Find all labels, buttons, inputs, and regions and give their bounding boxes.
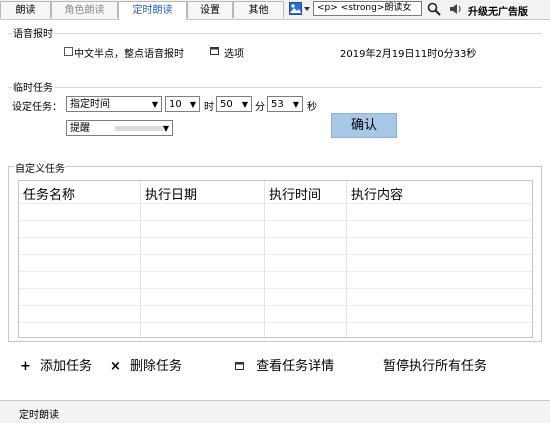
search-icon[interactable]	[427, 2, 441, 19]
column-header-exec-content[interactable]: 执行内容	[351, 184, 403, 203]
add-task-button[interactable]: + 添加任务	[20, 355, 92, 374]
row-divider	[19, 305, 532, 306]
speaker-icon[interactable]	[449, 2, 463, 19]
row-divider	[19, 220, 532, 221]
task-action-value: 提醒	[70, 123, 90, 134]
minute-value: 50	[220, 99, 233, 110]
setting-label: 设定任务：	[12, 102, 62, 113]
row-divider	[19, 254, 532, 255]
tab-timed-read[interactable]: 定时朗读	[118, 1, 187, 20]
second-value: 53	[271, 99, 284, 110]
voice-report-title: 语音报时	[12, 25, 54, 40]
tab-role-read[interactable]: 角色朗读	[51, 1, 118, 18]
column-divider	[264, 181, 265, 337]
second-unit: 秒	[307, 102, 317, 113]
custom-task-title: 自定义任务	[14, 160, 66, 175]
minute-select[interactable]: 50 ▼	[216, 96, 252, 112]
row-divider	[19, 237, 532, 238]
half-hour-checkbox[interactable]	[64, 47, 73, 56]
task-table[interactable]: 任务名称 执行日期 执行时间 执行内容	[18, 180, 533, 338]
upgrade-link[interactable]: 升级无广告版	[468, 3, 528, 18]
task-action-detail	[115, 126, 163, 131]
status-bar: 定时朗读	[0, 400, 550, 423]
row-divider	[19, 271, 532, 272]
voice-report-frame	[8, 33, 542, 34]
tab-bar: 朗读 角色朗读 定时朗读 设置 其他 <p> <strong>朗读女 升级无广告…	[0, 0, 550, 20]
status-text: 定时朗读	[19, 410, 59, 421]
row-divider	[19, 203, 532, 204]
column-divider	[140, 181, 141, 337]
voice-combo-value: <p> <strong>朗读女	[317, 3, 412, 13]
task-mode-value: 指定时间	[70, 99, 110, 110]
options-icon[interactable]	[210, 47, 219, 58]
chevron-down-icon: ▼	[241, 100, 248, 109]
hour-unit: 时	[204, 102, 214, 113]
window-icon	[235, 359, 244, 374]
view-task-detail-button[interactable]: 查看任务详情	[235, 355, 334, 374]
row-divider	[19, 288, 532, 289]
tab-other[interactable]: 其他	[233, 1, 284, 18]
column-header-exec-date[interactable]: 执行日期	[145, 184, 197, 203]
image-icon[interactable]	[289, 2, 302, 18]
chevron-down-icon: ▼	[292, 100, 299, 109]
add-task-label: 添加任务	[40, 359, 93, 374]
temp-task-title: 临时任务	[12, 79, 54, 94]
chevron-down-icon: ▼	[151, 100, 158, 109]
view-task-detail-label: 查看任务详情	[256, 359, 335, 374]
options-button[interactable]: 选项	[224, 45, 244, 60]
delete-task-label: 删除任务	[130, 359, 183, 374]
hour-select[interactable]: 10 ▼	[165, 96, 200, 112]
close-icon: ×	[110, 359, 121, 374]
column-header-task-name[interactable]: 任务名称	[23, 184, 75, 203]
row-divider	[19, 322, 532, 323]
task-mode-select[interactable]: 指定时间 ▼	[66, 96, 162, 112]
half-hour-checkbox-label: 中文半点，整点语音报时	[74, 49, 184, 60]
column-header-exec-time[interactable]: 执行时间	[269, 184, 321, 203]
dropdown-arrow-icon[interactable]	[303, 3, 311, 18]
plus-icon: +	[20, 359, 31, 374]
current-datetime: 2019年2月19日11时0分33秒	[340, 49, 477, 60]
minute-unit: 分	[255, 102, 265, 113]
chevron-down-icon: ▼	[189, 100, 196, 109]
delete-task-button[interactable]: × 删除任务	[110, 355, 182, 374]
pause-all-tasks-button[interactable]: 暂停执行所有任务	[383, 355, 487, 374]
tab-read[interactable]: 朗读	[0, 1, 51, 18]
second-select[interactable]: 53 ▼	[267, 96, 303, 112]
chevron-down-icon: ▼	[162, 124, 169, 133]
confirm-button[interactable]: 确认	[331, 113, 397, 138]
task-action-select[interactable]: 提醒 ▼	[66, 120, 173, 136]
temp-task-frame	[8, 87, 542, 88]
tab-settings[interactable]: 设置	[187, 1, 233, 18]
voice-combo[interactable]: <p> <strong>朗读女	[313, 1, 422, 16]
hour-value: 10	[169, 99, 182, 110]
column-divider	[346, 181, 347, 337]
